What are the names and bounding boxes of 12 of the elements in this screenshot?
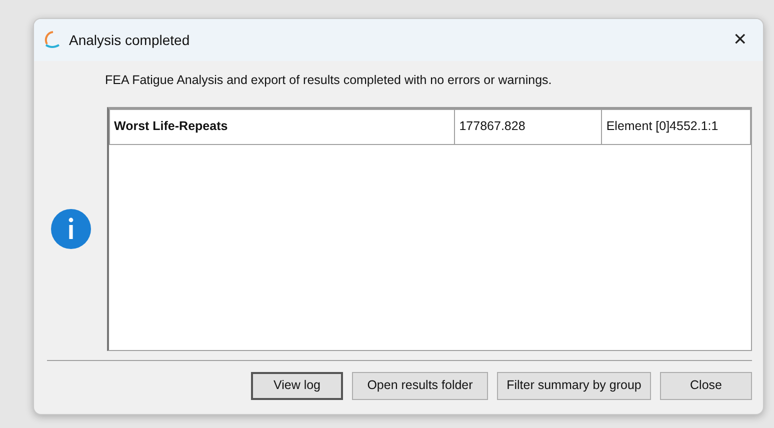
message-text: FEA Fatigue Analysis and export of results completed with no errors or warnings. <box>105 72 553 89</box>
close-button[interactable]: ✕ <box>717 19 763 61</box>
table-cell: Element [0]4552.1:1 <box>602 109 750 144</box>
app-logo-icon <box>43 30 61 50</box>
dialog-button[interactable]: Filter summary by group <box>497 372 651 400</box>
dialog-button[interactable]: View log <box>251 372 343 400</box>
window-title: Analysis completed <box>69 30 190 50</box>
info-icon <box>50 208 90 249</box>
table-cell: 177867.828 <box>454 109 602 144</box>
dialog-button[interactable]: Open results folder <box>352 372 488 400</box>
table-cell: Worst Life-Repeats <box>110 109 455 144</box>
dialog-button[interactable]: Close <box>660 372 752 400</box>
